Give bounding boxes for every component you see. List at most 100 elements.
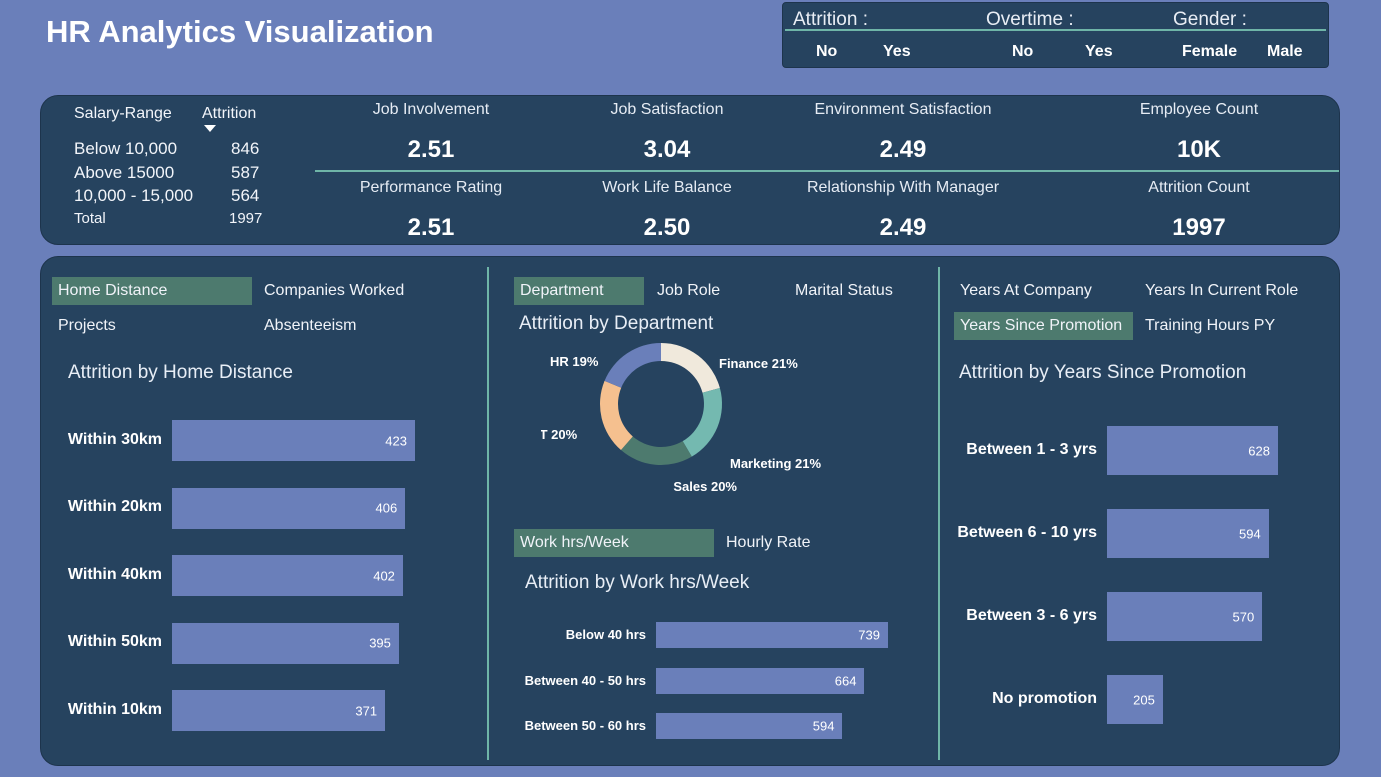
overtime-filter-yes[interactable]: Yes — [1085, 43, 1113, 61]
category-label: Between 50 - 60 hrs — [524, 718, 646, 734]
filter-panel: Attrition : No Yes Overtime : No Yes Gen… — [782, 2, 1329, 68]
category-label: Within 40km — [67, 565, 162, 583]
category-label: No promotion — [992, 689, 1097, 707]
bar[interactable]: 395 — [172, 622, 399, 664]
donut-label: Sales 20% — [673, 479, 737, 494]
tab-years-in-current-role[interactable]: Years In Current Role — [1139, 277, 1304, 305]
donut-label: Finance 21% — [719, 356, 798, 371]
tab-companies-worked[interactable]: Companies Worked — [258, 277, 410, 305]
department-donut-chart: Finance 21% Marketing 21% Sales 20% IT 20% H… — [541, 343, 821, 494]
data-label: 739 — [858, 627, 880, 643]
donut-label: IT 20% — [541, 427, 578, 442]
kpi-panel: Salary-Range Attrition Below 10,000 846 … — [40, 95, 1340, 245]
work-hours-chart-title: Attrition by Work hrs/Week — [525, 572, 750, 593]
donut-slice[interactable] — [600, 380, 633, 451]
tab-home-distance[interactable]: Home Distance — [52, 277, 252, 305]
salary-attrition-cell: 587 — [231, 163, 260, 182]
donut-slice[interactable] — [604, 343, 661, 388]
kpi-performance-rating-value: 2.51 — [407, 214, 455, 241]
charts-panel: Home Distance Companies Worked Projects … — [40, 256, 1340, 766]
attrition-filter-no[interactable]: No — [816, 43, 837, 61]
kpi-environment-satisfaction-label: Environment Satisfaction — [814, 101, 992, 118]
tab-job-role[interactable]: Job Role — [651, 277, 726, 305]
attrition-header[interactable]: Attrition — [202, 105, 256, 123]
kpi-environment-satisfaction-value: 2.49 — [879, 136, 927, 163]
kpi-employee-count-value: 10K — [1176, 136, 1222, 163]
salary-range-cell: 10,000 - 15,000 — [74, 186, 194, 205]
donut-slice[interactable] — [620, 436, 692, 465]
category-label: Below 40 hrs — [565, 627, 646, 643]
donut-label: HR 19% — [550, 354, 599, 369]
tab-training-hours-py[interactable]: Training Hours PY — [1139, 312, 1281, 340]
tab-hourly-rate[interactable]: Hourly Rate — [720, 529, 816, 557]
salary-range-header[interactable]: Salary-Range — [74, 105, 172, 123]
data-label: 570 — [1232, 609, 1255, 624]
category-label: Between 40 - 50 hrs — [524, 672, 646, 688]
dashboard-title: HR Analytics Visualization — [46, 14, 434, 49]
data-label: 395 — [369, 635, 391, 651]
category-label: Between 1 - 3 yrs — [966, 440, 1097, 458]
data-label: 402 — [373, 568, 395, 583]
kpi-work-life-balance-label: Work Life Balance — [602, 179, 732, 196]
kpi-employee-count-label: Employee Count — [1139, 101, 1259, 118]
salary-range-cell: Below 10,000 — [74, 139, 178, 158]
bar[interactable]: 406 — [172, 487, 406, 529]
bar[interactable]: 664 — [656, 667, 865, 694]
kpi-attrition-count-label: Attrition Count — [1148, 179, 1250, 196]
kpi-performance-rating-label: Performance Rating — [359, 179, 503, 196]
data-label: 406 — [375, 500, 398, 516]
bar[interactable]: 423 — [172, 420, 415, 461]
tab-years-at-company[interactable]: Years At Company — [954, 277, 1098, 305]
salary-attrition-cell: 846 — [231, 139, 260, 158]
salary-total-value: 1997 — [229, 210, 263, 227]
tab-department[interactable]: Department — [514, 277, 644, 305]
kpi-relationship-with-manager-value: 2.49 — [879, 214, 927, 241]
data-label: 594 — [1239, 526, 1261, 541]
bar[interactable]: 739 — [656, 622, 888, 648]
bar[interactable]: 594 — [656, 713, 843, 739]
tab-work-hrs-week[interactable]: Work hrs/Week — [514, 529, 714, 557]
data-label: 664 — [834, 673, 857, 688]
data-label: 205 — [1133, 692, 1155, 707]
category-label: Within 30km — [67, 430, 162, 448]
tab-projects[interactable]: Projects — [52, 312, 122, 340]
data-label: 371 — [355, 703, 378, 718]
attrition-filter-label: Attrition : — [793, 9, 868, 30]
donut-slice[interactable] — [661, 343, 720, 393]
salary-total-label: Total — [74, 210, 106, 227]
kpi-divider — [315, 170, 1339, 172]
gender-filter-male[interactable]: Male — [1267, 43, 1303, 61]
kpi-attrition-count-value: 1997 — [1172, 214, 1226, 241]
donut-slice[interactable] — [682, 388, 722, 457]
bar[interactable]: 205 — [1107, 675, 1163, 724]
donut-label: Marketing 21% — [730, 456, 821, 471]
category-label: Within 50km — [67, 633, 162, 651]
data-label: 594 — [812, 718, 835, 734]
gender-filter-female[interactable]: Female — [1182, 43, 1237, 61]
attrition-filter-yes[interactable]: Yes — [883, 43, 911, 61]
sort-descending-icon[interactable] — [204, 125, 216, 132]
bar[interactable]: 570 — [1107, 592, 1263, 641]
kpi-job-satisfaction-label: Job Satisfaction — [610, 101, 724, 118]
salary-range-cell: Above 15000 — [74, 163, 175, 182]
data-label: 423 — [385, 433, 407, 448]
bar[interactable]: 628 — [1107, 426, 1278, 475]
bar[interactable]: 402 — [172, 555, 403, 596]
department-chart-title: Attrition by Department — [519, 313, 714, 334]
kpi-work-life-balance-value: 2.50 — [643, 214, 691, 241]
tab-marital-status[interactable]: Marital Status — [789, 277, 899, 305]
kpi-relationship-with-manager-label: Relationship With Manager — [806, 179, 1000, 196]
bar[interactable]: 371 — [172, 690, 386, 731]
overtime-filter-no[interactable]: No — [1012, 43, 1033, 61]
overtime-filter-label: Overtime : — [986, 9, 1074, 30]
bar[interactable]: 594 — [1107, 509, 1269, 558]
gender-filter-label: Gender : — [1173, 9, 1247, 30]
tab-years-since-promotion[interactable]: Years Since Promotion — [954, 312, 1133, 340]
data-label: 628 — [1248, 443, 1270, 458]
home-distance-chart-title: Attrition by Home Distance — [68, 362, 293, 383]
promotion-chart-title: Attrition by Years Since Promotion — [959, 362, 1247, 383]
kpi-job-involvement-value: 2.51 — [407, 136, 455, 163]
category-label: Within 20km — [67, 498, 162, 516]
kpi-job-involvement-label: Job Involvement — [372, 101, 490, 118]
tab-absenteeism[interactable]: Absenteeism — [258, 312, 363, 340]
